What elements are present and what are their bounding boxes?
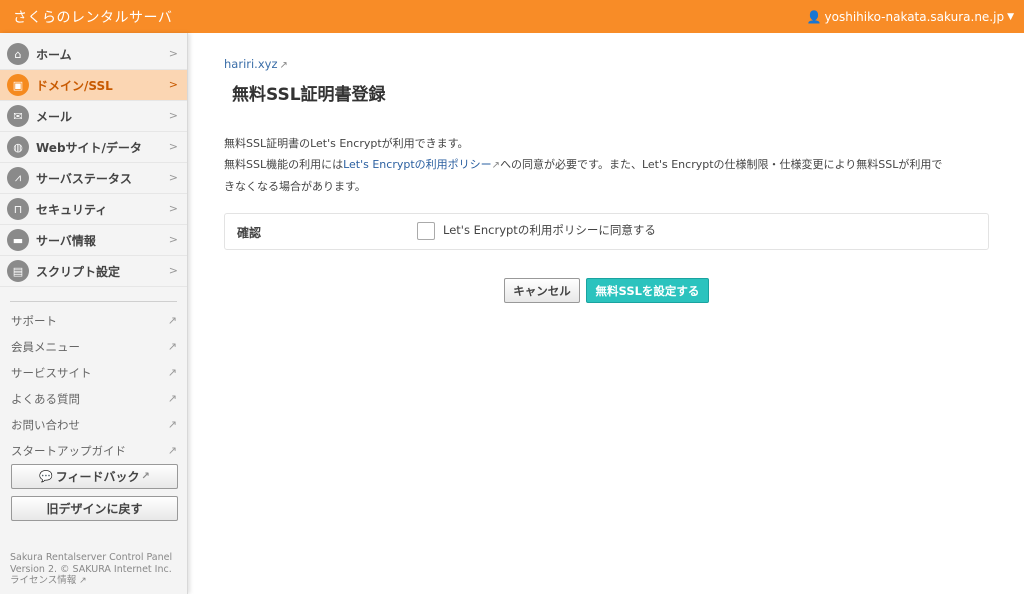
chevron-right-icon: > (168, 171, 178, 184)
user-menu[interactable]: 👤 yoshihiko-nakata.sakura.ne.jp ▼ (807, 10, 1014, 24)
sidebar-item-label: メール (36, 109, 73, 124)
set-ssl-button[interactable]: 無料SSLを設定する (586, 278, 709, 303)
external-link-icon: ↗ (167, 314, 177, 327)
sidebar-item-6[interactable]: ⊓ セキュリティ > (0, 194, 187, 225)
agree-label[interactable]: Let's Encryptの利用ポリシーに同意する (443, 222, 656, 238)
main-content: hariri.xyz ↗ 無料SSL証明書登録 無料SSL証明書のLet's En… (224, 57, 989, 303)
policy-link[interactable]: Let's Encryptの利用ポリシー (343, 158, 492, 171)
page-title: 無料SSL証明書登録 (232, 85, 386, 105)
top-bar: さくらのレンタルサーバ 👤 yoshihiko-nakata.sakura.ne… (0, 0, 1024, 33)
external-link-icon: ↗ (167, 418, 177, 431)
sidebar-footer: Sakura Rentalserver Control Panel Versio… (10, 552, 173, 588)
sidebar-item-8[interactable]: ▤ スクリプト設定 > (0, 256, 187, 287)
feedback-button[interactable]: 💬 フィードバック ↗ (11, 464, 178, 489)
lock-icon: ▣ (7, 74, 29, 96)
sidebar-divider (10, 301, 177, 302)
chevron-right-icon: > (168, 47, 178, 60)
chevron-down-icon: ▼ (1007, 11, 1014, 22)
chevron-right-icon: > (168, 202, 178, 215)
server-icon: ▬ (7, 229, 29, 251)
chart-icon: ⩘ (7, 167, 29, 189)
sidebar-item-label: ホーム (36, 47, 72, 62)
sidebar-link-6[interactable]: スタートアップガイド ↗ (0, 438, 187, 464)
sidebar-item-label: サーバステータス (36, 171, 132, 186)
sidebar-item-label: ドメイン/SSL (36, 78, 113, 93)
chevron-right-icon: > (168, 233, 178, 246)
sidebar-item-4[interactable]: ◍ Webサイト/データ > (0, 132, 187, 163)
confirm-label: 確認 (237, 226, 262, 240)
sidebar-item-label: セキュリティ (36, 202, 108, 217)
license-link[interactable]: ライセンス情報 ↗ (10, 575, 172, 588)
confirm-panel: 確認 Let's Encryptの利用ポリシーに同意する (224, 213, 989, 250)
description: 無料SSL証明書のLet's Encryptが利用できます。 無料SSL機能の利… (224, 137, 943, 193)
sidebar-link-2[interactable]: 会員メニュー ↗ (0, 334, 187, 360)
external-link-icon: ↗ (167, 366, 177, 379)
cancel-button[interactable]: キャンセル (504, 278, 580, 303)
sidebar-link-4[interactable]: よくある質問 ↗ (0, 386, 187, 412)
external-link-icon: ↗ (279, 60, 288, 71)
home-icon: ⌂ (7, 43, 29, 65)
user-name: yoshihiko-nakata.sakura.ne.jp (824, 9, 1005, 24)
old-design-button[interactable]: 旧デザインに戻す (11, 496, 178, 521)
chevron-right-icon: > (168, 140, 178, 153)
external-link-icon: ↗ (167, 444, 177, 457)
brand-title[interactable]: さくらのレンタルサーバ (13, 7, 172, 27)
mail-icon: ✉ (7, 105, 29, 127)
sidebar: ⌂ ホーム > ▣ ドメイン/SSL > ✉ メール > ◍ Webサイト/データ > ⩘ サーバステータ… (0, 33, 188, 594)
sidebar-item-3[interactable]: ✉ メール > (0, 101, 187, 132)
external-link-icon: ↗ (141, 471, 150, 482)
agree-checkbox[interactable] (417, 222, 435, 240)
sidebar-item-7[interactable]: ▬ サーバ情報 > (0, 225, 187, 256)
padlock-icon: ⊓ (7, 198, 29, 220)
sidebar-link-5[interactable]: お問い合わせ ↗ (0, 412, 187, 438)
domain-link[interactable]: hariri.xyz ↗ (224, 57, 989, 71)
sidebar-item-2[interactable]: ▣ ドメイン/SSL > (0, 70, 187, 101)
sidebar-item-label: Webサイト/データ (36, 140, 142, 155)
sidebar-link-1[interactable]: サポート ↗ (0, 308, 187, 334)
globe-icon: ◍ (7, 136, 29, 158)
chevron-right-icon: > (168, 109, 178, 122)
chevron-right-icon: > (168, 264, 178, 277)
external-link-icon: ↗ (491, 160, 501, 171)
sidebar-link-3[interactable]: サービスサイト ↗ (0, 360, 187, 386)
sidebar-item-1[interactable]: ⌂ ホーム > (0, 39, 187, 70)
user-icon: 👤 (806, 9, 822, 24)
chevron-right-icon: > (168, 78, 178, 91)
sidebar-item-label: スクリプト設定 (36, 264, 121, 279)
script-icon: ▤ (7, 260, 29, 282)
sidebar-item-5[interactable]: ⩘ サーバステータス > (0, 163, 187, 194)
external-link-icon: ↗ (167, 340, 177, 353)
sidebar-item-label: サーバ情報 (36, 233, 96, 248)
external-link-icon: ↗ (76, 576, 87, 586)
chat-icon: 💬 (39, 470, 53, 483)
external-link-icon: ↗ (167, 392, 177, 405)
